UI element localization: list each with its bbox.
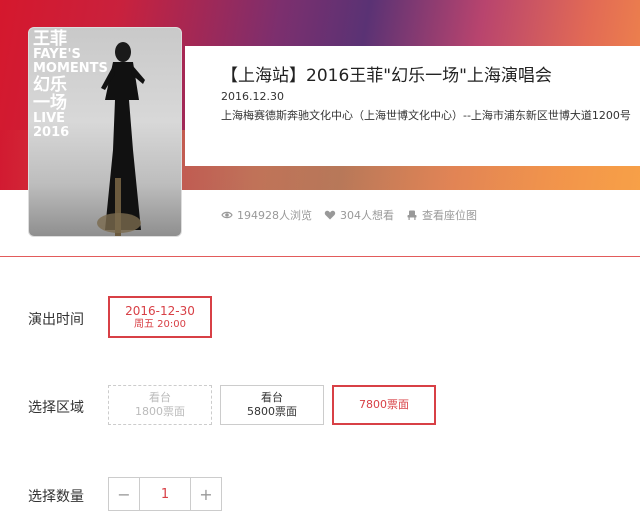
wants-stat[interactable]: 304人想看 <box>324 207 394 223</box>
decrement-button[interactable]: − <box>109 478 139 510</box>
zone-label: 选择区域 <box>28 400 84 416</box>
quantity-label: 选择数量 <box>28 489 84 505</box>
event-poster[interactable]: 王菲 FAYE'S MOMENTS 幻乐 一场 LIVE 2016 <box>28 27 182 237</box>
zone-option-1800: 看台 1800票面 <box>108 385 212 425</box>
zone-option-7800[interactable]: 7800票面 <box>332 385 436 425</box>
event-title: 【上海站】2016王菲"幻乐一场"上海演唱会 <box>221 66 552 86</box>
section-divider <box>0 256 640 257</box>
eye-icon <box>221 211 233 219</box>
showtime-label: 演出时间 <box>28 312 84 328</box>
showtime-option[interactable]: 2016-12-30 周五 20:00 <box>108 296 212 338</box>
heart-icon <box>324 210 336 220</box>
content-area <box>0 190 640 531</box>
event-stats: 194928人浏览 304人想看 查看座位图 <box>221 207 477 223</box>
increment-button[interactable]: + <box>191 478 221 510</box>
stand-illustration <box>97 178 141 236</box>
poster-text: 王菲 FAYE'S MOMENTS 幻乐 一场 LIVE 2016 <box>33 29 108 140</box>
quantity-stepper: − 1 + <box>108 477 222 511</box>
event-date: 2016.12.30 <box>221 90 284 103</box>
seat-icon <box>407 210 417 220</box>
event-venue: 上海梅赛德斯奔驰文化中心（上海世博文化中心）--上海市浦东新区世博大道1200号 <box>221 109 631 122</box>
quantity-value[interactable]: 1 <box>139 478 191 510</box>
seatmap-link[interactable]: 查看座位图 <box>406 207 477 223</box>
views-stat: 194928人浏览 <box>221 207 312 223</box>
zone-option-5800[interactable]: 看台 5800票面 <box>220 385 324 425</box>
